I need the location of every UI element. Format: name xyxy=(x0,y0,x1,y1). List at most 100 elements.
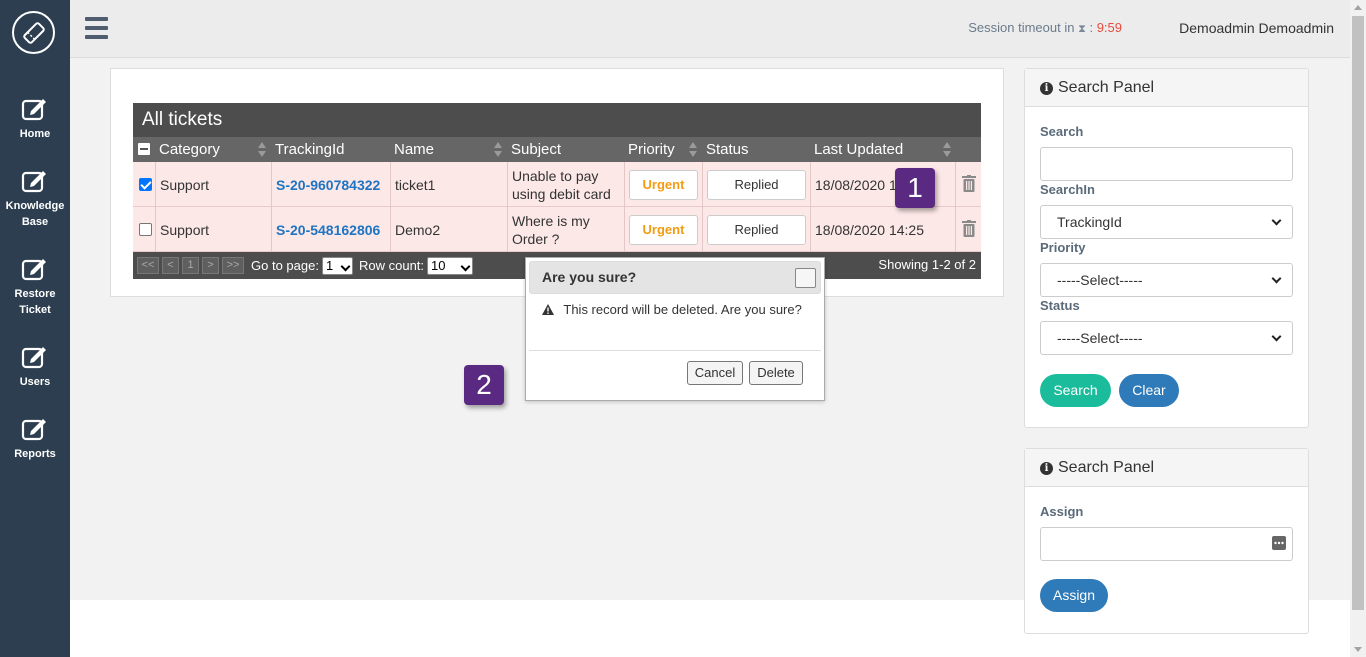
search-panel: i Search Panel Search SearchIn TrackingId… xyxy=(1024,68,1309,428)
dialog-close-button[interactable] xyxy=(795,268,816,288)
edit-icon xyxy=(21,419,46,441)
category-cell: Support xyxy=(156,162,272,207)
name-cell: ticket1 xyxy=(391,162,508,207)
page-scrollbar[interactable] xyxy=(1350,0,1366,657)
sidebar-item-knowledge-base[interactable]: Knowledge Base xyxy=(0,168,70,230)
user-menu[interactable]: Demoadmin Demoadmin xyxy=(1179,20,1334,36)
goto-page-label: Go to page: xyxy=(251,258,319,273)
column-header-last-updated[interactable]: Last Updated xyxy=(814,137,903,162)
clear-button[interactable]: Clear xyxy=(1119,374,1179,407)
column-header-trackingid[interactable]: TrackingId xyxy=(275,137,344,162)
delete-cell xyxy=(956,162,981,207)
category-cell: Support xyxy=(156,207,272,252)
assign-panel: i Search Panel Assign Assign xyxy=(1024,448,1309,634)
status-cell: Replied xyxy=(703,207,811,252)
column-header-category[interactable]: Category xyxy=(159,137,220,162)
search-input[interactable] xyxy=(1040,147,1293,181)
trash-icon[interactable] xyxy=(962,220,976,237)
trash-icon[interactable] xyxy=(962,175,976,192)
sidebar-item-label: Knowledge Base xyxy=(5,200,65,228)
session-timeout: Session timeout in ⧗ : 9:59 xyxy=(968,20,1122,36)
sort-icon[interactable] xyxy=(494,142,502,157)
edit-icon xyxy=(21,99,46,121)
select-all-checkbox[interactable] xyxy=(138,143,150,155)
prev-page-button[interactable]: < xyxy=(162,257,179,274)
sidebar-item-home[interactable]: Home xyxy=(0,96,70,142)
assign-input[interactable] xyxy=(1040,527,1293,561)
scroll-up-icon[interactable] xyxy=(1354,5,1362,10)
column-header-priority[interactable]: Priority xyxy=(628,137,675,162)
tracking-cell: S-20-548162806 xyxy=(272,207,391,252)
next-page-button[interactable]: > xyxy=(202,257,219,274)
searchin-select[interactable]: TrackingId xyxy=(1040,205,1293,239)
scroll-thumb[interactable] xyxy=(1352,16,1364,610)
last-updated-value: 18/08/2020 1 xyxy=(815,176,897,193)
tickets-grid: All tickets Category TrackingId Name Sub… xyxy=(133,103,981,279)
status-cell: Replied xyxy=(703,162,811,207)
ticket-logo-icon xyxy=(22,21,45,44)
tracking-id-link[interactable]: S-20-960784322 xyxy=(276,177,380,193)
sidebar-item-users[interactable]: Users xyxy=(0,344,70,390)
more-options-icon[interactable] xyxy=(1272,536,1286,550)
confirm-dialog: Are you sure? This record will be delete… xyxy=(525,257,825,401)
subject-cell: Where is my Order ? xyxy=(508,207,625,252)
sidebar-item-restore-ticket[interactable]: Restore Ticket xyxy=(0,256,70,318)
priority-cell: Urgent xyxy=(625,207,703,252)
table-row[interactable]: Support S-20-548162806 Demo2 Where is my… xyxy=(133,207,981,252)
edit-icon xyxy=(21,259,46,281)
name-value: Demo2 xyxy=(395,221,441,238)
priority-label: Priority xyxy=(1040,240,1086,255)
dialog-divider xyxy=(529,350,821,351)
dialog-message: This record will be deleted. Are you sur… xyxy=(542,302,802,317)
search-button[interactable]: Search xyxy=(1040,374,1111,407)
last-page-button[interactable]: >> xyxy=(222,257,244,274)
dialog-message-text: This record will be deleted. Are you sur… xyxy=(563,302,802,317)
column-header-subject[interactable]: Subject xyxy=(511,137,561,162)
row-checkbox[interactable] xyxy=(139,223,152,236)
info-icon: i xyxy=(1040,462,1053,475)
edit-icon xyxy=(21,171,46,193)
row-count-select[interactable]: 10 xyxy=(427,257,473,275)
session-timeout-value: 9:59 xyxy=(1096,20,1122,35)
column-header-name[interactable]: Name xyxy=(394,137,434,162)
assign-panel-title: Search Panel xyxy=(1058,459,1155,476)
top-bar: Session timeout in ⧗ : 9:59 Demoadmin De… xyxy=(70,0,1350,58)
assign-button[interactable]: Assign xyxy=(1040,579,1108,612)
sort-icon[interactable] xyxy=(689,142,697,157)
status-select[interactable]: -----Select----- xyxy=(1040,321,1293,355)
menu-toggle-icon[interactable] xyxy=(85,17,108,39)
sidebar-item-label: Users xyxy=(19,376,51,388)
priority-select[interactable]: -----Select----- xyxy=(1040,263,1293,297)
step-marker-1: 1 xyxy=(895,168,935,208)
sort-icon[interactable] xyxy=(258,142,266,157)
scroll-down-icon[interactable] xyxy=(1354,647,1362,652)
row-checkbox[interactable] xyxy=(139,178,152,191)
priority-badge: Urgent xyxy=(629,169,698,200)
last-updated-value: 18/08/2020 14:25 xyxy=(815,221,924,238)
dialog-title: Are you sure? xyxy=(542,269,637,285)
current-page-button[interactable]: 1 xyxy=(182,257,199,274)
sidebar-item-reports[interactable]: Reports xyxy=(0,416,70,462)
delete-cell xyxy=(956,207,981,252)
cancel-button[interactable]: Cancel xyxy=(687,361,743,385)
category-value: Support xyxy=(160,221,210,238)
delete-button[interactable]: Delete xyxy=(749,361,803,385)
sidebar-item-label: Home xyxy=(19,128,51,140)
first-page-button[interactable]: << xyxy=(137,257,159,274)
assign-panel-header: i Search Panel xyxy=(1025,449,1308,487)
goto-page-select[interactable]: 1 xyxy=(322,257,353,275)
search-panel-header: i Search Panel xyxy=(1025,69,1308,107)
tracking-id-link[interactable]: S-20-548162806 xyxy=(276,222,380,238)
column-header-status[interactable]: Status xyxy=(706,137,749,162)
info-icon: i xyxy=(1040,82,1053,95)
warning-icon xyxy=(542,304,554,315)
app-logo[interactable] xyxy=(12,11,55,54)
tracking-cell: S-20-960784322 xyxy=(272,162,391,207)
subject-cell: Unable to pay using debit card xyxy=(508,162,625,207)
row-select-cell xyxy=(133,162,156,207)
session-timeout-separator: : xyxy=(1089,20,1094,35)
grid-title: All tickets xyxy=(133,103,981,137)
table-row[interactable]: Support S-20-960784322 ticket1 Unable to… xyxy=(133,162,981,207)
priority-cell: Urgent xyxy=(625,162,703,207)
sort-icon[interactable] xyxy=(943,142,951,157)
